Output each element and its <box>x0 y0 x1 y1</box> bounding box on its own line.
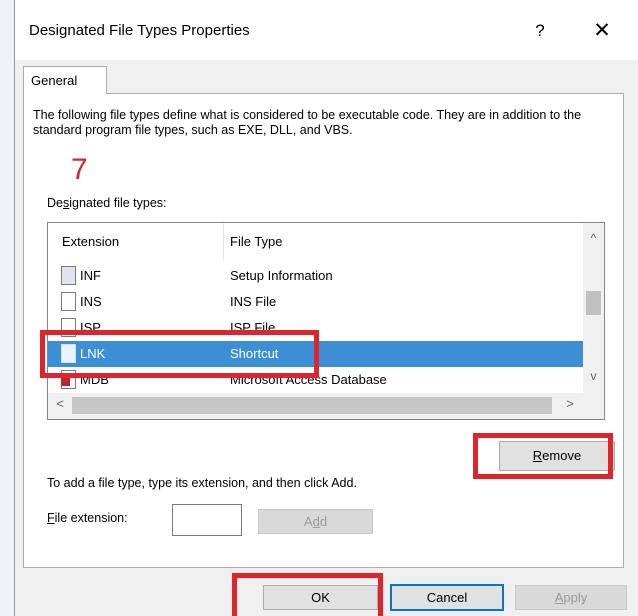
file-extension-input[interactable] <box>172 504 242 536</box>
scroll-left-arrow-icon[interactable]: < <box>50 396 70 416</box>
access-file-icon <box>61 370 76 389</box>
list-item-extension: INF <box>80 268 101 283</box>
tab-general[interactable]: General <box>23 66 107 94</box>
generic-file-icon <box>61 318 76 337</box>
horizontal-scrollbar[interactable]: < > <box>48 393 604 419</box>
file-extension-label: File extension: <box>47 511 128 525</box>
list-item-file-type: Shortcut <box>230 346 279 361</box>
list-item-extension: INS <box>80 294 102 309</box>
generic-file-icon <box>61 344 76 363</box>
help-button[interactable]: ? <box>525 18 555 44</box>
list-item-extension: MDB <box>80 372 109 387</box>
description-text: The following file types define what is … <box>33 108 582 137</box>
vertical-scroll-thumb[interactable] <box>586 291 601 315</box>
add-instruction-text: To add a file type, type its extension, … <box>47 476 357 490</box>
window-title: Designated File Types Properties <box>29 22 250 39</box>
ok-button[interactable]: OK <box>263 585 378 610</box>
horizontal-scroll-thumb[interactable] <box>72 397 552 414</box>
list-item-extension: LNK <box>80 346 106 361</box>
column-header-file-type[interactable]: File Type <box>230 223 283 261</box>
scroll-right-arrow-icon[interactable]: > <box>560 396 580 416</box>
list-item[interactable]: ISP ISP File <box>48 315 583 341</box>
designated-file-types-label: Designated file types: <box>47 196 167 210</box>
apply-button[interactable]: Apply <box>515 585 627 610</box>
list-item-selected[interactable]: LNK Shortcut <box>48 341 583 367</box>
column-header-extension[interactable]: Extension <box>62 223 119 261</box>
dialog-window: Designated File Types Properties ? ✕ Gen… <box>14 0 638 616</box>
list-item[interactable]: MDB Microsoft Access Database <box>48 367 583 393</box>
add-button[interactable]: Add <box>258 509 373 534</box>
list-item-file-type: Setup Information <box>230 268 333 283</box>
list-item-file-type: ISP File <box>230 320 276 335</box>
cancel-button[interactable]: Cancel <box>390 584 504 611</box>
remove-button[interactable]: Remove <box>499 441 615 471</box>
close-button[interactable]: ✕ <box>585 16 619 46</box>
title-bar: Designated File Types Properties ? ✕ <box>15 0 638 60</box>
list-item-file-type: Microsoft Access Database <box>230 372 387 387</box>
vertical-scrollbar[interactable]: ^ v <box>583 223 604 393</box>
scroll-up-arrow-icon[interactable]: ^ <box>583 231 604 251</box>
annotation-step-number: 7 <box>71 153 88 186</box>
column-divider[interactable] <box>223 223 224 261</box>
list-item-extension: ISP <box>80 320 101 335</box>
file-types-list[interactable]: Extension File Type INF Setup Informatio… <box>47 222 605 420</box>
scrollbar-corner <box>583 393 604 419</box>
list-item[interactable]: INF Setup Information <box>48 263 583 289</box>
setup-file-icon <box>61 266 76 285</box>
list-item-file-type: INS File <box>230 294 277 309</box>
generic-file-icon <box>61 292 76 311</box>
list-item[interactable]: INS INS File <box>48 289 583 315</box>
scroll-down-arrow-icon[interactable]: v <box>583 369 604 389</box>
